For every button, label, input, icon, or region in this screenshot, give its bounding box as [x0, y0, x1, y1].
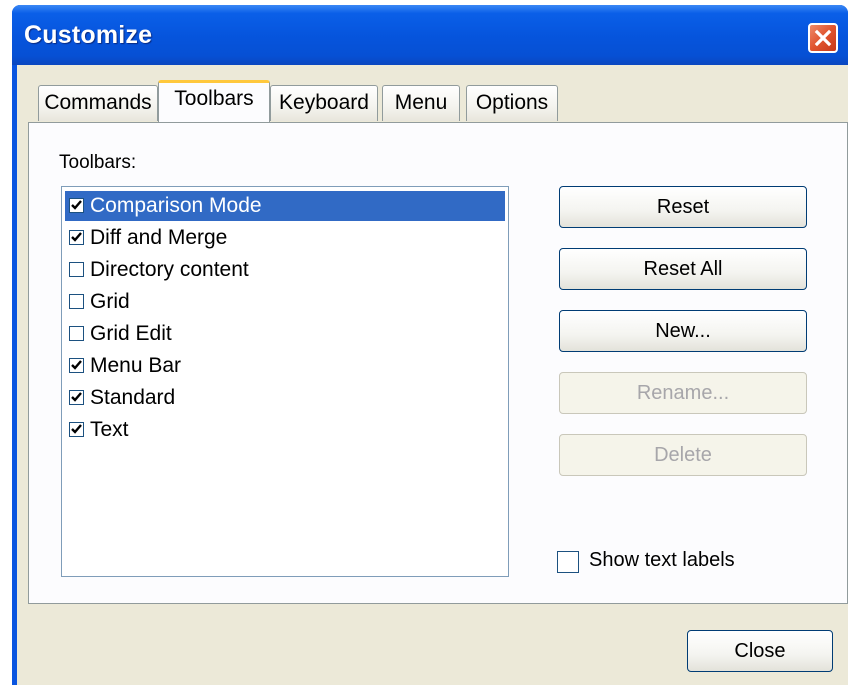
list-item-label: Grid — [90, 290, 130, 313]
checkmark-icon — [71, 200, 82, 210]
list-item[interactable]: Grid Edit — [65, 319, 505, 349]
list-item-label: Diff and Merge — [90, 226, 228, 249]
show-text-labels-label[interactable]: Show text labels — [589, 549, 735, 572]
tab-menu[interactable]: Menu — [382, 85, 460, 121]
tab-label: Toolbars — [174, 87, 254, 110]
list-item[interactable]: Diff and Merge — [65, 223, 505, 253]
list-item[interactable]: Menu Bar — [65, 351, 505, 381]
list-item-checkbox[interactable] — [69, 390, 84, 405]
list-item[interactable]: Text — [65, 415, 505, 445]
tab-label: Options — [475, 91, 549, 114]
list-item-checkbox[interactable] — [69, 198, 84, 213]
toolbars-tab-panel: Toolbars: Comparison Mode Diff and Merge… — [28, 122, 848, 604]
list-item-label: Grid Edit — [90, 322, 172, 345]
reset-button[interactable]: Reset — [559, 186, 807, 228]
list-item-label: Standard — [90, 386, 176, 409]
dialog-body: Commands Toolbars Keyboard Menu Options … — [17, 65, 848, 685]
list-item[interactable]: Standard — [65, 383, 505, 413]
checkmark-icon — [71, 424, 82, 434]
list-item-label: Comparison Mode — [90, 194, 262, 217]
list-item-checkbox[interactable] — [69, 294, 84, 309]
tab-options[interactable]: Options — [466, 85, 558, 121]
list-item[interactable]: Grid — [65, 287, 505, 317]
list-item-checkbox[interactable] — [69, 422, 84, 437]
close-button[interactable]: Close — [687, 630, 833, 672]
title-bar[interactable]: Customize — [12, 5, 848, 65]
new-toolbar-button[interactable]: New... — [559, 310, 807, 352]
reset-all-button[interactable]: Reset All — [559, 248, 807, 290]
list-item-checkbox[interactable] — [69, 262, 84, 277]
rename-button[interactable]: Rename... — [559, 372, 807, 414]
list-item-checkbox[interactable] — [69, 326, 84, 341]
list-item-label: Text — [90, 418, 129, 441]
list-item[interactable]: Comparison Mode — [65, 191, 505, 221]
tab-label: Menu — [394, 91, 448, 114]
customize-window: Customize Commands Toolbars Keyboard Men… — [12, 5, 848, 685]
tab-commands[interactable]: Commands — [38, 85, 158, 121]
toolbars-list-label: Toolbars: — [59, 152, 137, 173]
toolbars-list[interactable]: Comparison Mode Diff and Merge Directory… — [61, 186, 509, 577]
window-close-button[interactable] — [808, 23, 838, 53]
list-item-label: Menu Bar — [90, 354, 182, 377]
checkmark-icon — [71, 360, 82, 370]
show-text-labels-checkbox[interactable] — [557, 551, 579, 573]
list-item[interactable]: Directory content — [65, 255, 505, 285]
checkmark-icon — [71, 392, 82, 402]
window-title: Customize — [24, 21, 153, 49]
delete-button[interactable]: Delete — [559, 434, 807, 476]
tab-label: Keyboard — [279, 91, 369, 114]
checkmark-icon — [71, 232, 82, 242]
close-icon — [814, 29, 832, 47]
list-item-checkbox[interactable] — [69, 230, 84, 245]
list-item-checkbox[interactable] — [69, 358, 84, 373]
tab-label: Commands — [44, 91, 152, 114]
list-item-label: Directory content — [90, 258, 249, 281]
tab-toolbars[interactable]: Toolbars — [158, 80, 270, 122]
tab-keyboard[interactable]: Keyboard — [270, 85, 378, 121]
